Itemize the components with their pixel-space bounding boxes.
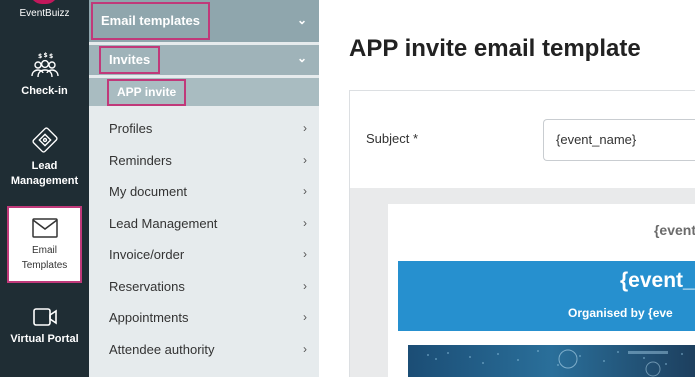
- nav-item-reminders[interactable]: Reminders ›: [89, 146, 319, 177]
- rail-item-email-templates[interactable]: Email Templates: [7, 206, 82, 283]
- rail-item-lead-management[interactable]: Lead Management: [7, 125, 82, 189]
- rail-item-label: Check-in: [21, 85, 68, 97]
- video-camera-icon: [32, 308, 57, 326]
- rail-item-virtual-portal[interactable]: Virtual Portal: [7, 306, 82, 347]
- page-title: APP invite email template: [349, 35, 641, 62]
- chevron-right-icon: ›: [303, 184, 307, 198]
- nav-item-app-invite[interactable]: APP invite: [89, 78, 319, 106]
- nav-item-reservations[interactable]: Reservations ›: [89, 272, 319, 303]
- nav-item-label: Attendee authority: [109, 342, 215, 357]
- chevron-down-icon: ⌄: [296, 51, 307, 65]
- nav-item-label: Reminders: [109, 153, 172, 168]
- email-editor-canvas[interactable]: {event {event_ Organised by {eve: [350, 188, 695, 377]
- nav-item-label: Lead Management: [109, 216, 218, 231]
- rail-item-check-in[interactable]: $ $ $ Check-in: [7, 52, 82, 99]
- nav-group-email-templates[interactable]: Email templates ⌄: [89, 0, 319, 42]
- svg-text:$: $: [38, 53, 42, 60]
- nav-subgroup-label: Invites: [99, 46, 161, 74]
- email-top-placeholder: {event: [653, 222, 695, 238]
- logo-mark: [30, 0, 58, 4]
- chevron-right-icon: ›: [303, 310, 307, 324]
- nav-item-label: Invoice/order: [109, 247, 185, 262]
- nav-item-label: Reservations: [109, 279, 185, 294]
- lead-ticket-icon: [31, 127, 58, 153]
- app-rail: EventBuizz $ $ $ Check-in Lead Managemen…: [0, 0, 89, 377]
- world-map-graphic: [408, 345, 695, 377]
- nav-item-attendee-authority[interactable]: Attendee authority ›: [89, 335, 319, 366]
- rail-item-label: Virtual Portal: [10, 333, 79, 345]
- nav-item-profiles[interactable]: Profiles ›: [89, 114, 319, 145]
- nav-item-label: Profiles: [109, 121, 153, 136]
- nav-item-label: Appointments: [109, 310, 189, 325]
- banner-title: {event_: [620, 269, 695, 292]
- chevron-right-icon: ›: [303, 153, 307, 167]
- nav-item-appointments[interactable]: Appointments ›: [89, 303, 319, 334]
- chevron-right-icon: ›: [303, 121, 307, 135]
- template-form-panel: Subject * {event_name} {event {event_ Or…: [349, 90, 695, 377]
- chevron-right-icon: ›: [303, 216, 307, 230]
- rail-item-label: Email Templates: [21, 245, 68, 271]
- rail-item-label: Lead Management: [10, 160, 79, 187]
- brand-logo[interactable]: EventBuizz: [0, 0, 89, 22]
- email-settings-nav: Email templates ⌄ Invites ⌄ APP invite P…: [89, 0, 319, 377]
- nav-item-my-document[interactable]: My document ›: [89, 177, 319, 208]
- chevron-right-icon: ›: [303, 279, 307, 293]
- nav-item-lead-management[interactable]: Lead Management ›: [89, 209, 319, 240]
- email-hero-image[interactable]: [408, 345, 695, 377]
- svg-text:$: $: [49, 53, 53, 60]
- main-content: APP invite email template Subject * {eve…: [319, 0, 695, 377]
- nav-item-label: My document: [109, 184, 188, 199]
- email-header-banner[interactable]: {event_ Organised by {eve: [398, 261, 695, 331]
- subject-input[interactable]: {event_name}: [543, 119, 695, 161]
- nav-item-label: APP invite: [107, 79, 187, 106]
- envelope-icon: [31, 218, 58, 238]
- chevron-down-icon: ⌄: [296, 13, 307, 27]
- people-group-icon: $ $ $: [30, 52, 59, 78]
- chevron-right-icon: ›: [303, 342, 307, 356]
- brand-name: EventBuizz: [19, 8, 70, 19]
- svg-text:$: $: [43, 52, 47, 59]
- nav-item-invoice-order[interactable]: Invoice/order ›: [89, 240, 319, 271]
- nav-group-label: Email templates: [91, 2, 210, 40]
- chevron-right-icon: ›: [303, 247, 307, 261]
- subject-label: Subject *: [366, 131, 419, 146]
- nav-subgroup-invites[interactable]: Invites ⌄: [89, 45, 319, 75]
- email-preview: {event {event_ Organised by {eve: [388, 204, 695, 377]
- banner-subtitle: Organised by {eve: [568, 306, 673, 320]
